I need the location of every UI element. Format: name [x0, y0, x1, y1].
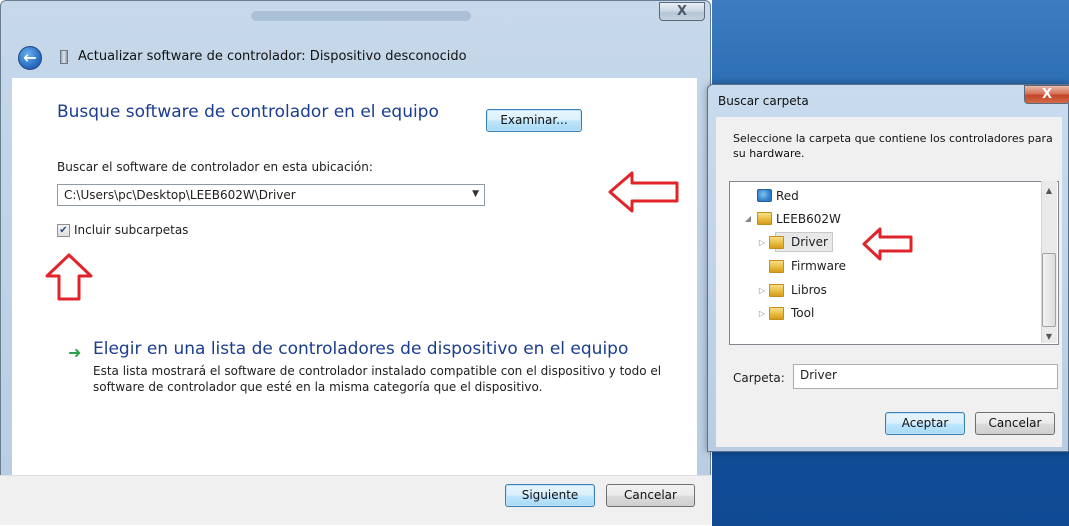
folder-input[interactable]: Driver: [793, 364, 1058, 389]
browse-instruction: Seleccione la carpeta que contiene los c…: [733, 132, 1053, 160]
folder-icon: [769, 284, 784, 297]
cancel-button[interactable]: Cancelar: [606, 484, 695, 507]
folder-label: Carpeta:: [733, 371, 785, 385]
dropdown-arrow-icon[interactable]: ▼: [472, 189, 479, 199]
scroll-down-icon[interactable]: ▼: [1043, 332, 1055, 341]
include-subfolders-checkbox[interactable]: ✔: [57, 224, 70, 237]
back-arrow-icon[interactable]: ←: [18, 46, 42, 70]
window-close-button[interactable]: X: [659, 2, 705, 21]
location-label: Buscar el software de controlador en est…: [57, 160, 373, 174]
expander-collapsed-icon[interactable]: ▷: [757, 286, 767, 295]
browse-dialog-title: Buscar carpeta: [718, 94, 809, 108]
page-heading: Busque software de controlador en el equ…: [57, 102, 439, 122]
wizard-footer: [0, 475, 711, 525]
folder-icon: [769, 307, 784, 320]
tree-item-driver[interactable]: Driver: [791, 232, 828, 252]
wizard-title: Actualizar software de controlador: Disp…: [78, 49, 467, 64]
tree-item-red[interactable]: Red: [776, 186, 799, 206]
folder-icon: [769, 260, 784, 273]
annotation-arrow-left-icon: [608, 171, 679, 213]
tree-item-leeb602w[interactable]: LEEB602W: [776, 209, 841, 229]
window-title-bar: [251, 11, 471, 21]
tree-item-firmware[interactable]: Firmware: [791, 256, 846, 276]
path-value: C:\Users\pc\Desktop\LEEB602W\Driver: [64, 188, 296, 202]
wizard-content: Busque software de controlador en el equ…: [12, 78, 697, 523]
annotation-arrow-left-icon: [862, 227, 913, 261]
green-arrow-icon: ➜: [68, 343, 82, 362]
browse-button[interactable]: Examinar...: [486, 109, 582, 132]
path-combobox[interactable]: C:\Users\pc\Desktop\LEEB602W\Driver ▼: [57, 184, 485, 206]
folder-icon: [757, 212, 772, 225]
include-subfolders-label[interactable]: Incluir subcarpetas: [74, 223, 188, 237]
tree-item-libros[interactable]: Libros: [791, 280, 827, 300]
network-icon: [757, 189, 772, 202]
annotation-arrow-up-icon: [45, 253, 93, 301]
device-icon: [60, 50, 68, 64]
choose-driver-list-description: Esta lista mostrará el software de contr…: [93, 364, 662, 394]
browse-dialog-close-button[interactable]: X: [1024, 85, 1069, 104]
expander-expanded-icon[interactable]: ◢: [743, 214, 753, 223]
scrollbar-thumb[interactable]: [1042, 253, 1056, 327]
tree-item-tool[interactable]: Tool: [791, 303, 814, 323]
expander-collapsed-icon[interactable]: ▷: [757, 309, 767, 318]
scroll-up-icon[interactable]: ▲: [1043, 186, 1055, 195]
folder-icon: [769, 236, 784, 249]
browse-cancel-button[interactable]: Cancelar: [975, 412, 1055, 435]
ok-button[interactable]: Aceptar: [885, 412, 965, 435]
choose-driver-list-link[interactable]: Elegir en una lista de controladores de …: [93, 339, 628, 359]
expander-collapsed-icon[interactable]: ▷: [757, 238, 767, 247]
next-button[interactable]: Siguiente: [505, 484, 595, 507]
